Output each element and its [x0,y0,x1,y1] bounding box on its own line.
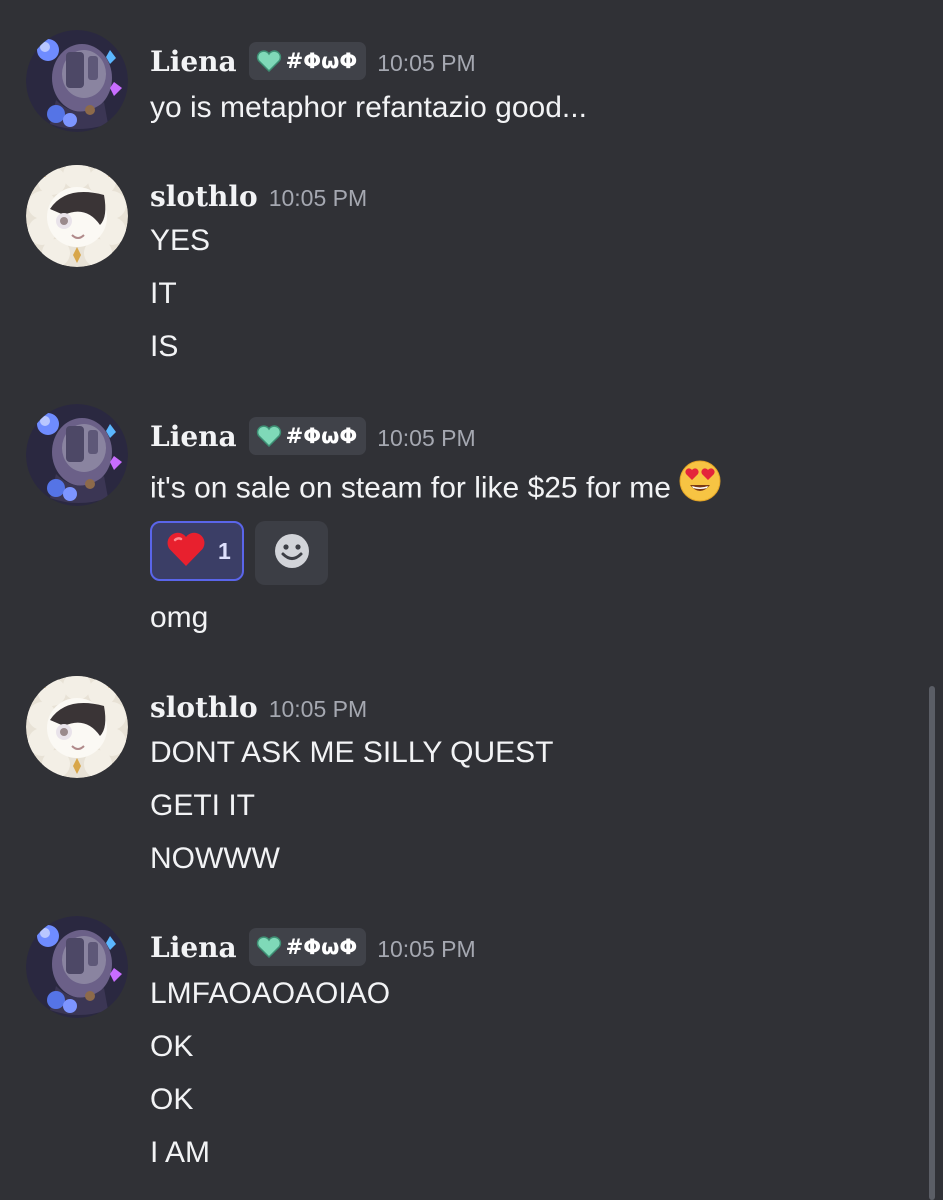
avatar-image [26,30,128,132]
add-reaction-button[interactable] [255,521,328,585]
reaction-heart[interactable]: 1 [150,521,244,581]
avatar-liena[interactable] [26,30,128,132]
avatar-image [26,165,128,267]
message-text: OK [150,1030,194,1063]
message-header: Liena #ΦωΦ 10:05 PM [150,414,476,458]
message-header: Liena #ΦωΦ 10:05 PM [150,39,476,83]
avatar-liena[interactable] [26,404,128,506]
message-text: I AM [150,1136,211,1169]
message-text: GETI IT [150,789,255,822]
message-header: slothlo 10:05 PM [150,174,367,218]
green-heart-icon [256,425,282,447]
message-text: LMFAOAOAOIAO [150,977,391,1010]
message-text-row: it's on sale on steam for like $25 for m… [150,460,721,516]
red-heart-emoji [166,531,206,572]
server-tag-text: #ΦωΦ [285,935,358,959]
avatar-liena[interactable] [26,916,128,1018]
heart-eyes-emoji [679,460,721,513]
server-tag[interactable]: #ΦωΦ [248,417,367,455]
avatar-image [26,916,128,1018]
message-text: NOWWW [150,842,280,875]
avatar-image [26,404,128,506]
message-text: YES [150,224,211,257]
message-header: slothlo 10:05 PM [150,685,367,729]
avatar-image [26,676,128,778]
timestamp: 10:05 PM [268,184,368,211]
message-text: omg [150,601,209,634]
message-text: OK [150,1083,194,1116]
reaction-count: 1 [218,537,231,564]
message-text: DONT ASK ME SILLY QUEST [150,736,554,769]
message-text: IS [150,330,179,363]
server-tag-text: #ΦωΦ [285,424,358,448]
scrollbar[interactable] [929,686,935,1200]
timestamp: 10:05 PM [377,49,476,76]
server-tag[interactable]: #ΦωΦ [248,928,367,966]
message-text: IT [150,277,177,310]
server-tag-text: #ΦωΦ [285,49,358,73]
chat-message-list[interactable]: Liena #ΦωΦ 10:05 PM yo is metaphor refan… [0,0,943,1200]
timestamp: 10:05 PM [377,424,476,451]
avatar-slothlo[interactable] [26,165,128,267]
username[interactable]: slothlo [150,180,258,213]
green-heart-icon [256,50,282,72]
message-header: Liena #ΦωΦ 10:05 PM [150,925,476,969]
username[interactable]: Liena [150,931,237,964]
green-heart-icon [256,936,282,958]
message-text: yo is metaphor refantazio good... [150,91,587,124]
server-tag[interactable]: #ΦωΦ [248,42,367,80]
username[interactable]: Liena [150,420,237,453]
username[interactable]: slothlo [150,691,258,724]
timestamp: 10:05 PM [268,695,368,722]
timestamp: 10:05 PM [377,935,476,962]
username[interactable]: Liena [150,45,237,78]
message-text: it's on sale on steam for like $25 for m… [150,471,671,505]
avatar-slothlo[interactable] [26,676,128,778]
smiley-icon [273,532,311,575]
